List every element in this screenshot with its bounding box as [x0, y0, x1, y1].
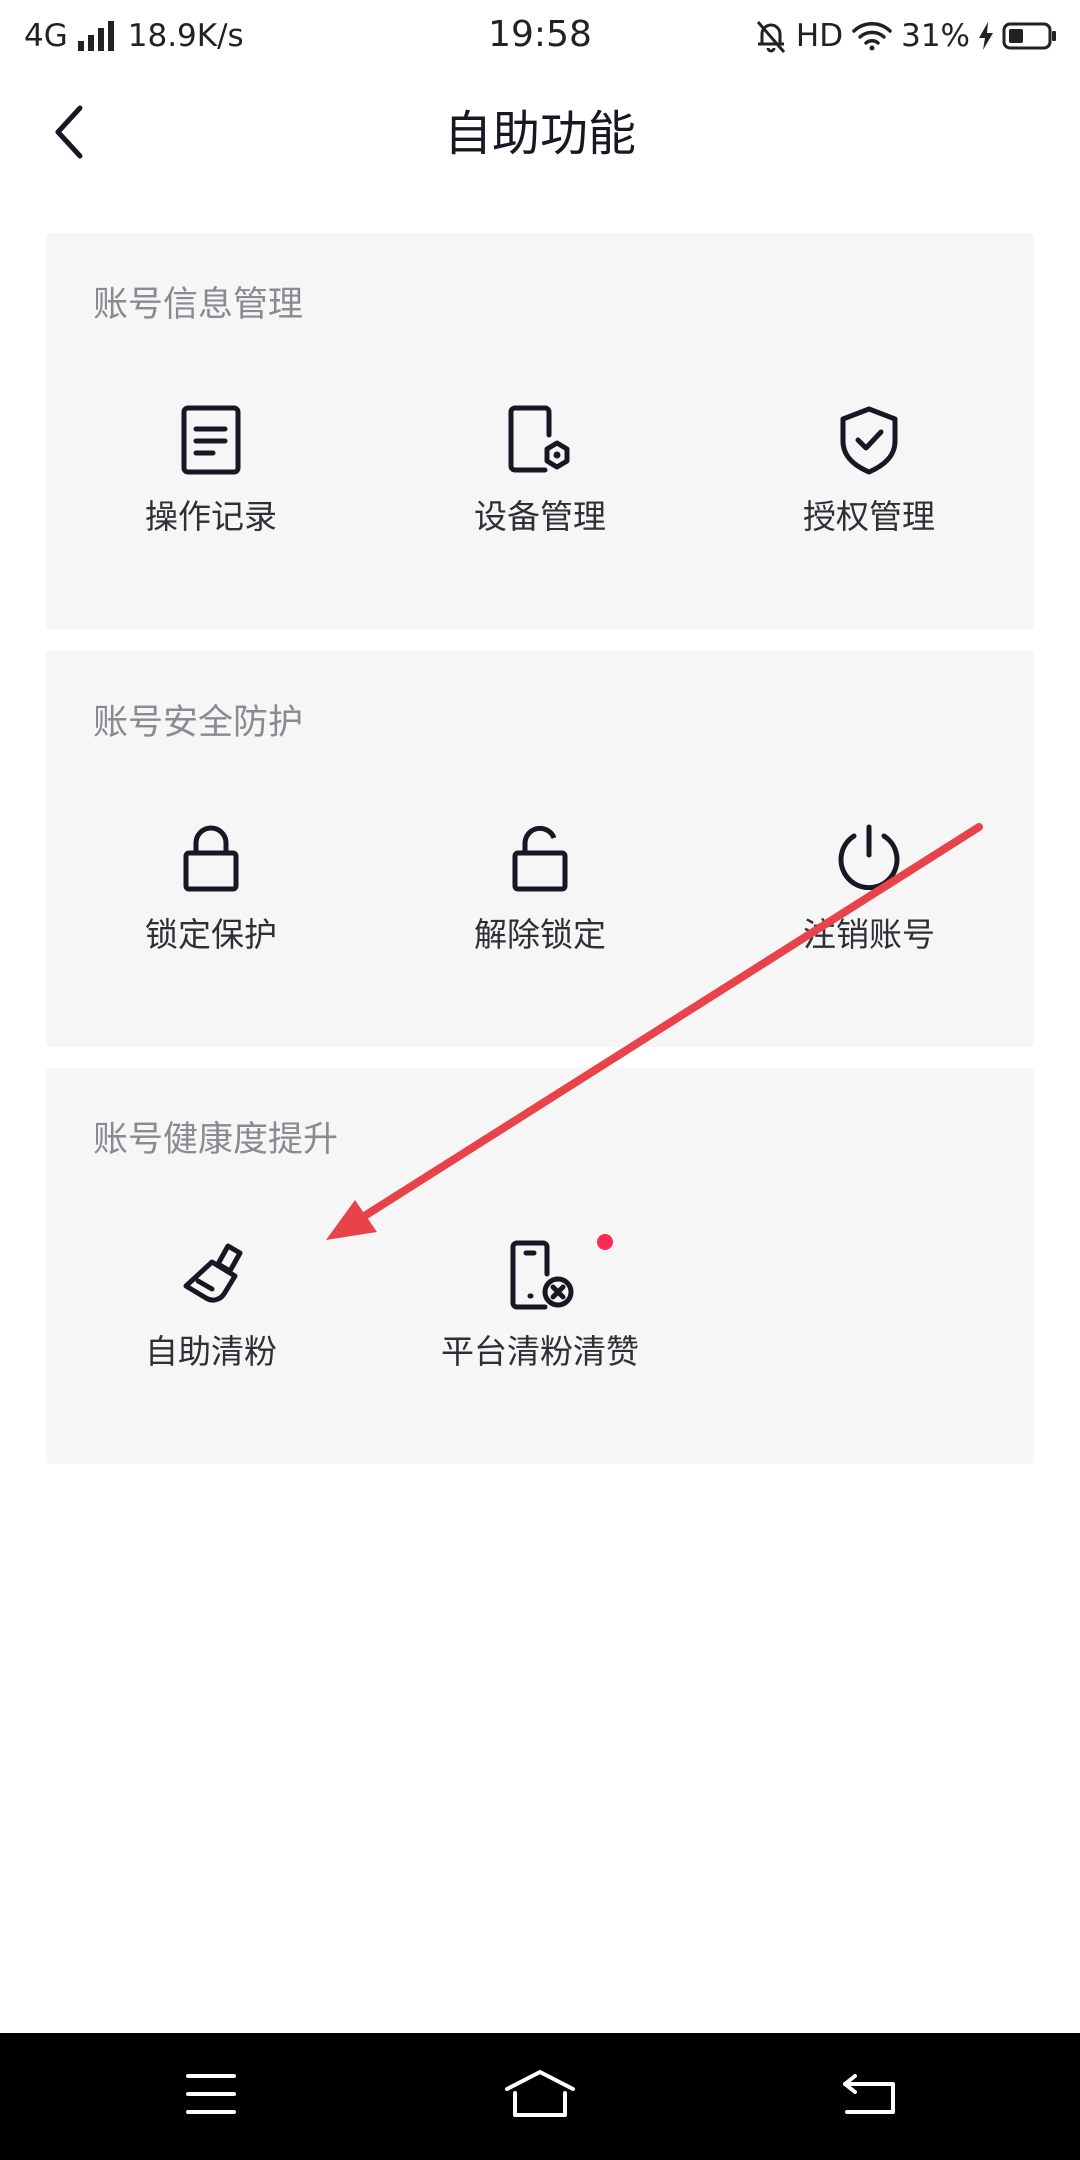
document-icon [176, 405, 246, 475]
lock-protection-button[interactable]: 锁定保护 [46, 823, 376, 973]
unlock-button[interactable]: 解除锁定 [375, 823, 705, 973]
cancel-account-button[interactable]: 注销账号 [704, 823, 1034, 973]
hd-indicator: HD [795, 18, 844, 54]
menu-button[interactable] [161, 2063, 261, 2129]
section-title: 账号健康度提升 [93, 1120, 339, 1160]
system-nav-bar [0, 2033, 1080, 2160]
section-account-health: 账号健康度提升 自助清粉 平台清粉清赞 [46, 1068, 1034, 1464]
header: 自助功能 [0, 90, 1080, 178]
shield-check-icon [834, 405, 904, 475]
notification-badge [597, 1234, 613, 1250]
mute-bell-icon [754, 18, 788, 54]
section-account-info: 账号信息管理 操作记录 设备管理 授权管理 [46, 233, 1034, 629]
unlock-label: 解除锁定 [474, 915, 606, 954]
wifi-icon [851, 20, 893, 52]
status-right: HD 31% [754, 14, 1058, 58]
menu-icon [185, 2072, 237, 2120]
charging-icon [978, 21, 994, 51]
self-clean-fans-label: 自助清粉 [145, 1332, 277, 1371]
battery-percent: 31% [901, 18, 970, 54]
home-button[interactable] [490, 2063, 590, 2129]
cancel-account-label: 注销账号 [803, 915, 935, 954]
authorization-management-button[interactable]: 授权管理 [704, 405, 1034, 555]
device-settings-icon [505, 405, 575, 475]
authorization-management-label: 授权管理 [803, 497, 935, 536]
unlock-icon [505, 823, 575, 893]
lock-icon [176, 823, 246, 893]
status-bar: 4G 18.9K/s 19:58 HD 31% [0, 0, 1080, 72]
platform-clean-button[interactable]: 平台清粉清赞 [375, 1234, 705, 1390]
phone-remove-icon [505, 1234, 613, 1310]
back-return-icon [841, 2072, 897, 2120]
page-title: 自助功能 [443, 106, 636, 162]
device-management-button[interactable]: 设备管理 [375, 405, 705, 555]
operation-record-label: 操作记录 [145, 497, 277, 536]
brush-icon [176, 1240, 246, 1310]
power-icon [834, 823, 904, 893]
return-button[interactable] [819, 2063, 919, 2129]
device-management-label: 设备管理 [474, 497, 606, 536]
section-title: 账号安全防护 [93, 703, 304, 743]
section-title: 账号信息管理 [93, 285, 304, 325]
platform-clean-label: 平台清粉清赞 [441, 1332, 639, 1371]
home-icon [504, 2069, 576, 2123]
battery-icon [1002, 21, 1058, 51]
section-account-security: 账号安全防护 锁定保护 解除锁定 注销账号 [46, 651, 1034, 1047]
self-clean-fans-button[interactable]: 自助清粉 [46, 1240, 376, 1390]
operation-record-button[interactable]: 操作记录 [46, 405, 376, 555]
lock-protection-label: 锁定保护 [145, 915, 277, 954]
